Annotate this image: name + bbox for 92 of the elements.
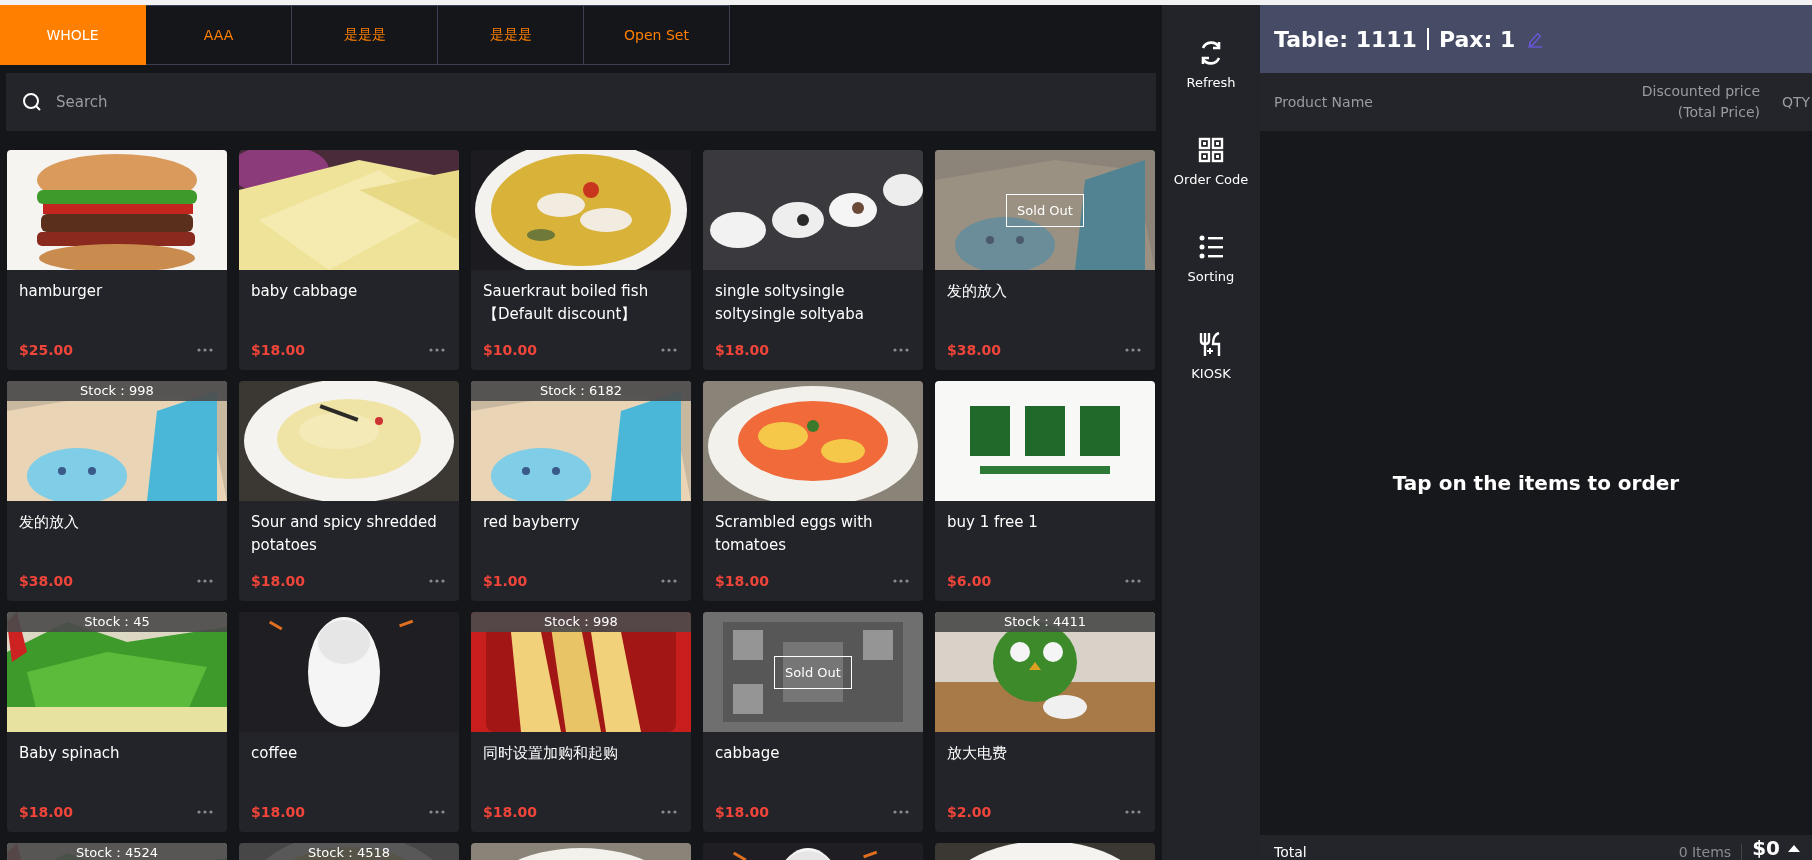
product-price: $18.00 <box>251 804 306 820</box>
product-name: 发的放入 <box>946 281 1008 302</box>
product-card[interactable]: Stock：6182 red bayberry $1.00 <box>471 381 691 601</box>
product-name: 发的放入 <box>18 512 80 533</box>
more-icon[interactable] <box>661 810 677 814</box>
toolbar-button[interactable]: Sorting <box>1187 229 1235 288</box>
column-header: Discounted price (Total Price) <box>1641 82 1760 122</box>
product-card[interactable]: Sour and spicy shredded potatoes $18.00 <box>239 381 459 601</box>
toolbar-button[interactable]: Order Code <box>1173 132 1249 191</box>
more-icon[interactable] <box>661 579 677 583</box>
product-name: coffee <box>250 743 299 764</box>
more-icon[interactable] <box>429 348 445 352</box>
product-card[interactable]: baby cabbage $18.00 <box>239 150 459 370</box>
product-name: red bayberry <box>482 512 581 533</box>
product-price: $18.00 <box>715 342 770 358</box>
more-icon[interactable] <box>893 579 909 583</box>
product-price: $2.00 <box>947 804 992 820</box>
product-price: $10.00 <box>483 342 538 358</box>
items-count: 0 Items <box>1678 844 1732 860</box>
category-tab[interactable]: AAA <box>146 5 292 65</box>
product-card[interactable]: single soltysingle soltysingle soltyaba $18.00 <box>703 150 923 370</box>
category-tab[interactable]: 是是是 <box>438 5 584 65</box>
product-name: Sauerkraut boiled fish 【Default discount】 <box>482 281 650 325</box>
sold-out-label: Sold Out <box>774 655 852 689</box>
more-icon[interactable] <box>893 810 909 814</box>
product-price: $38.00 <box>19 573 74 589</box>
category-tab[interactable]: 是是是 <box>292 5 438 65</box>
empty-message: Tap on the items to order <box>1392 471 1680 495</box>
pax-count: Pax: 1 <box>1438 26 1516 52</box>
product-price: $18.00 <box>251 573 306 589</box>
product-name: Sour and spicy shredded potatoes <box>250 512 438 556</box>
search-field[interactable]: Search <box>6 73 1156 131</box>
product-card[interactable]: Sauerkraut boiled fish 【Default discount】 $10.00 <box>471 150 691 370</box>
total-label: Total <box>1274 844 1308 860</box>
stock-label: Stock：4518 <box>239 843 459 860</box>
product-card[interactable]: hamburger $25.00 <box>7 150 227 370</box>
more-icon[interactable] <box>1125 579 1141 583</box>
product-card[interactable]: buy 1 free 1 $6.00 <box>935 381 1155 601</box>
stock-label: Stock：45 <box>7 612 227 632</box>
more-icon[interactable] <box>429 810 445 814</box>
product-price: $18.00 <box>715 573 770 589</box>
toolbar-button[interactable]: Refresh <box>1186 35 1236 94</box>
sold-out-label: Sold Out <box>1006 193 1084 227</box>
table-number: Table: 1111 <box>1274 26 1417 52</box>
product-card[interactable]: Stock：45 Baby spinach $18.00 <box>7 612 227 832</box>
more-icon[interactable] <box>197 348 213 352</box>
more-icon[interactable] <box>1125 348 1141 352</box>
product-card[interactable]: Sold Out 发的放入 $38.00 <box>935 150 1155 370</box>
product-card[interactable]: Sold Out cabbage $18.00 <box>703 612 923 832</box>
product-price: $6.00 <box>947 573 992 589</box>
product-name: 同时设置加购和起购 <box>482 743 619 764</box>
product-card[interactable]: Stock：998 发的放入 $38.00 <box>7 381 227 601</box>
product-name: cabbage <box>714 743 781 764</box>
product-price: $38.00 <box>947 342 1002 358</box>
total-amount: $0 <box>1752 836 1780 860</box>
product-price: $18.00 <box>19 804 74 820</box>
caret-icon[interactable] <box>1788 844 1800 852</box>
product-price: $18.00 <box>251 342 306 358</box>
product-name: Scrambled eggs with tomatoes <box>714 512 874 556</box>
stock-label: Stock：998 <box>7 381 227 401</box>
product-name: Baby spinach <box>18 743 121 764</box>
numbered-list-icon <box>1197 233 1225 261</box>
search-icon <box>22 92 42 112</box>
column-header: Product Name <box>1274 94 1374 110</box>
stock-label: Stock：4524 <box>7 843 227 860</box>
column-header: QTY <box>1782 94 1812 110</box>
product-card[interactable]: Stock：998 同时设置加购和起购 $18.00 <box>471 612 691 832</box>
stock-label: Stock：998 <box>471 612 691 632</box>
more-icon[interactable] <box>893 348 909 352</box>
toolbar-button[interactable]: KIOSK <box>1191 326 1231 385</box>
product-name: baby cabbage <box>250 281 359 302</box>
product-price: $18.00 <box>483 804 538 820</box>
category-tab[interactable]: Open Set <box>584 5 730 65</box>
product-card[interactable]: Stock：4411 放大电费 $2.00 <box>935 612 1155 832</box>
product-name: hamburger <box>18 281 104 302</box>
stock-label: Stock：4411 <box>935 612 1155 632</box>
separator-bar <box>1426 28 1429 50</box>
product-price: $1.00 <box>483 573 528 589</box>
stock-label: Stock：6182 <box>471 381 691 401</box>
product-price: $25.00 <box>19 342 74 358</box>
product-name: 放大电费 <box>946 743 1008 764</box>
product-card[interactable]: coffee $18.00 <box>239 612 459 832</box>
more-icon[interactable] <box>429 579 445 583</box>
more-icon[interactable] <box>197 810 213 814</box>
product-name: single soltysingle soltysingle soltyaba <box>714 281 865 325</box>
qr-code-icon <box>1197 136 1225 164</box>
more-icon[interactable] <box>1125 810 1141 814</box>
product-name: buy 1 free 1 <box>946 512 1039 533</box>
product-price: $18.00 <box>715 804 770 820</box>
product-card[interactable]: Scrambled eggs with tomatoes $18.00 <box>703 381 923 601</box>
more-icon[interactable] <box>197 579 213 583</box>
more-icon[interactable] <box>661 348 677 352</box>
